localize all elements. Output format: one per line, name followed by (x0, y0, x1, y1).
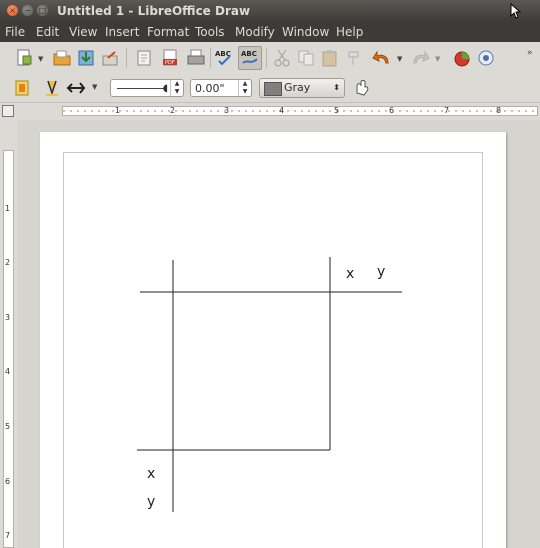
close-window-button[interactable]: × (7, 5, 18, 16)
vruler-label-6: 6 (5, 477, 11, 486)
drawing-page[interactable]: x y x y (40, 132, 506, 548)
fill-color-select[interactable]: Gray ⬍ (259, 78, 345, 98)
horizontal-ruler-ticks (63, 110, 534, 112)
vruler-label-5: 5 (5, 422, 11, 431)
hruler-label-2: 2 (170, 106, 176, 115)
spellcheck-icon[interactable]: ABC (214, 48, 234, 68)
menu-tools[interactable]: Tools (195, 25, 225, 39)
toolbar-separator (210, 48, 211, 68)
vruler-label-2: 2 (5, 258, 11, 267)
export-icon[interactable] (100, 48, 120, 68)
save-icon[interactable] (76, 48, 96, 68)
standard-toolbar: ▼ PDF ABC ABC ▼ ▼ » (0, 42, 540, 75)
menu-format[interactable]: Format (147, 25, 189, 39)
hruler-label-1: 1 (115, 106, 121, 115)
drawing-shapes (137, 257, 402, 512)
redo-dropdown-chevron-icon[interactable]: ▼ (435, 55, 440, 63)
line-icon[interactable] (42, 78, 62, 98)
arrow-style-dropdown-icon[interactable]: ▼ (92, 83, 97, 91)
minimize-window-button[interactable]: − (22, 5, 33, 16)
line-width-spin-icon[interactable]: ▲ ▼ (238, 80, 251, 96)
fill-color-spin-icon: ⬍ (333, 83, 340, 92)
menu-modify[interactable]: Modify (235, 25, 275, 39)
menu-file[interactable]: File (5, 25, 25, 39)
new-document-icon[interactable] (14, 48, 34, 68)
hruler-label-7: 7 (444, 106, 450, 115)
print-icon[interactable] (186, 48, 206, 68)
redo-icon[interactable] (410, 48, 430, 68)
menu-bar: File Edit View Insert Format Tools Modif… (0, 22, 540, 42)
window-title: Untitled 1 - LibreOffice Draw (57, 4, 251, 18)
bottom-left-y-label[interactable]: y (147, 494, 155, 510)
menu-window[interactable]: Window (282, 25, 329, 39)
hruler-label-8: 8 (496, 106, 502, 115)
line-style-chevron-icon: ◖ (162, 83, 168, 94)
horizontal-ruler[interactable]: 1 2 3 4 5 6 7 8 (16, 104, 540, 118)
arrow-style-icon[interactable] (66, 78, 86, 98)
ruler-corner-icon[interactable] (2, 105, 14, 117)
maximize-window-button[interactable]: □ (37, 5, 48, 16)
menu-edit[interactable]: Edit (36, 25, 59, 39)
undo-dropdown-chevron-icon[interactable]: ▼ (397, 55, 402, 63)
shadow-icon[interactable] (352, 78, 372, 98)
hruler-label-3: 3 (224, 106, 230, 115)
export-pdf-icon[interactable]: PDF (160, 48, 180, 68)
vruler-label-4: 4 (5, 367, 11, 376)
hruler-label-6: 6 (389, 106, 395, 115)
svg-text:PDF: PDF (165, 60, 175, 66)
line-width-field[interactable]: 0.00" ▲ ▼ (190, 79, 252, 97)
top-right-x-label[interactable]: x (346, 266, 354, 282)
cut-icon[interactable] (272, 48, 292, 68)
chart-icon[interactable] (452, 48, 472, 68)
drawing-canvas[interactable]: x y x y (17, 120, 540, 548)
new-dropdown-chevron-icon[interactable]: ▼ (38, 55, 43, 63)
title-bar: × − □ Untitled 1 - LibreOffice Draw (0, 0, 540, 22)
menu-help[interactable]: Help (336, 25, 363, 39)
clone-formatting-icon[interactable] (344, 48, 364, 68)
toolbar-overflow-icon[interactable]: » (527, 48, 533, 58)
vertical-ruler[interactable]: 1 2 3 4 5 6 7 (0, 120, 17, 548)
open-folder-icon[interactable] (52, 48, 72, 68)
line-width-value: 0.00" (195, 82, 225, 95)
edit-file-icon[interactable] (134, 48, 154, 68)
svg-text:ABC: ABC (241, 50, 257, 58)
vruler-label-1: 1 (5, 204, 11, 213)
vruler-label-3: 3 (5, 313, 11, 322)
menu-view[interactable]: View (69, 25, 97, 39)
line-style-preview (117, 88, 165, 89)
bottom-left-x-label[interactable]: x (147, 466, 155, 482)
fill-color-label: Gray (284, 81, 311, 94)
vruler-label-7: 7 (5, 531, 11, 540)
hruler-label-4: 4 (279, 106, 285, 115)
hruler-label-5: 5 (334, 106, 340, 115)
line-style-spin-icon[interactable]: ▲ ▼ (170, 80, 183, 96)
autospellcheck-icon[interactable]: ABC (238, 46, 262, 70)
line-style-select[interactable]: ◖ ▲ ▼ (110, 79, 184, 97)
undo-icon[interactable] (372, 48, 392, 68)
paste-icon[interactable] (320, 48, 340, 68)
toolbar-separator (126, 48, 127, 68)
toolbar-separator (266, 48, 267, 68)
line-and-filling-toolbar: ▼ ◖ ▲ ▼ 0.00" ▲ ▼ Gray ⬍ (0, 74, 540, 103)
copy-icon[interactable] (296, 48, 316, 68)
navigator-icon[interactable] (476, 48, 496, 68)
menu-insert[interactable]: Insert (105, 25, 139, 39)
mouse-cursor-icon (510, 3, 522, 19)
styles-and-formatting-icon[interactable] (12, 78, 32, 98)
fill-color-swatch (264, 82, 282, 96)
top-right-y-label[interactable]: y (377, 264, 385, 280)
